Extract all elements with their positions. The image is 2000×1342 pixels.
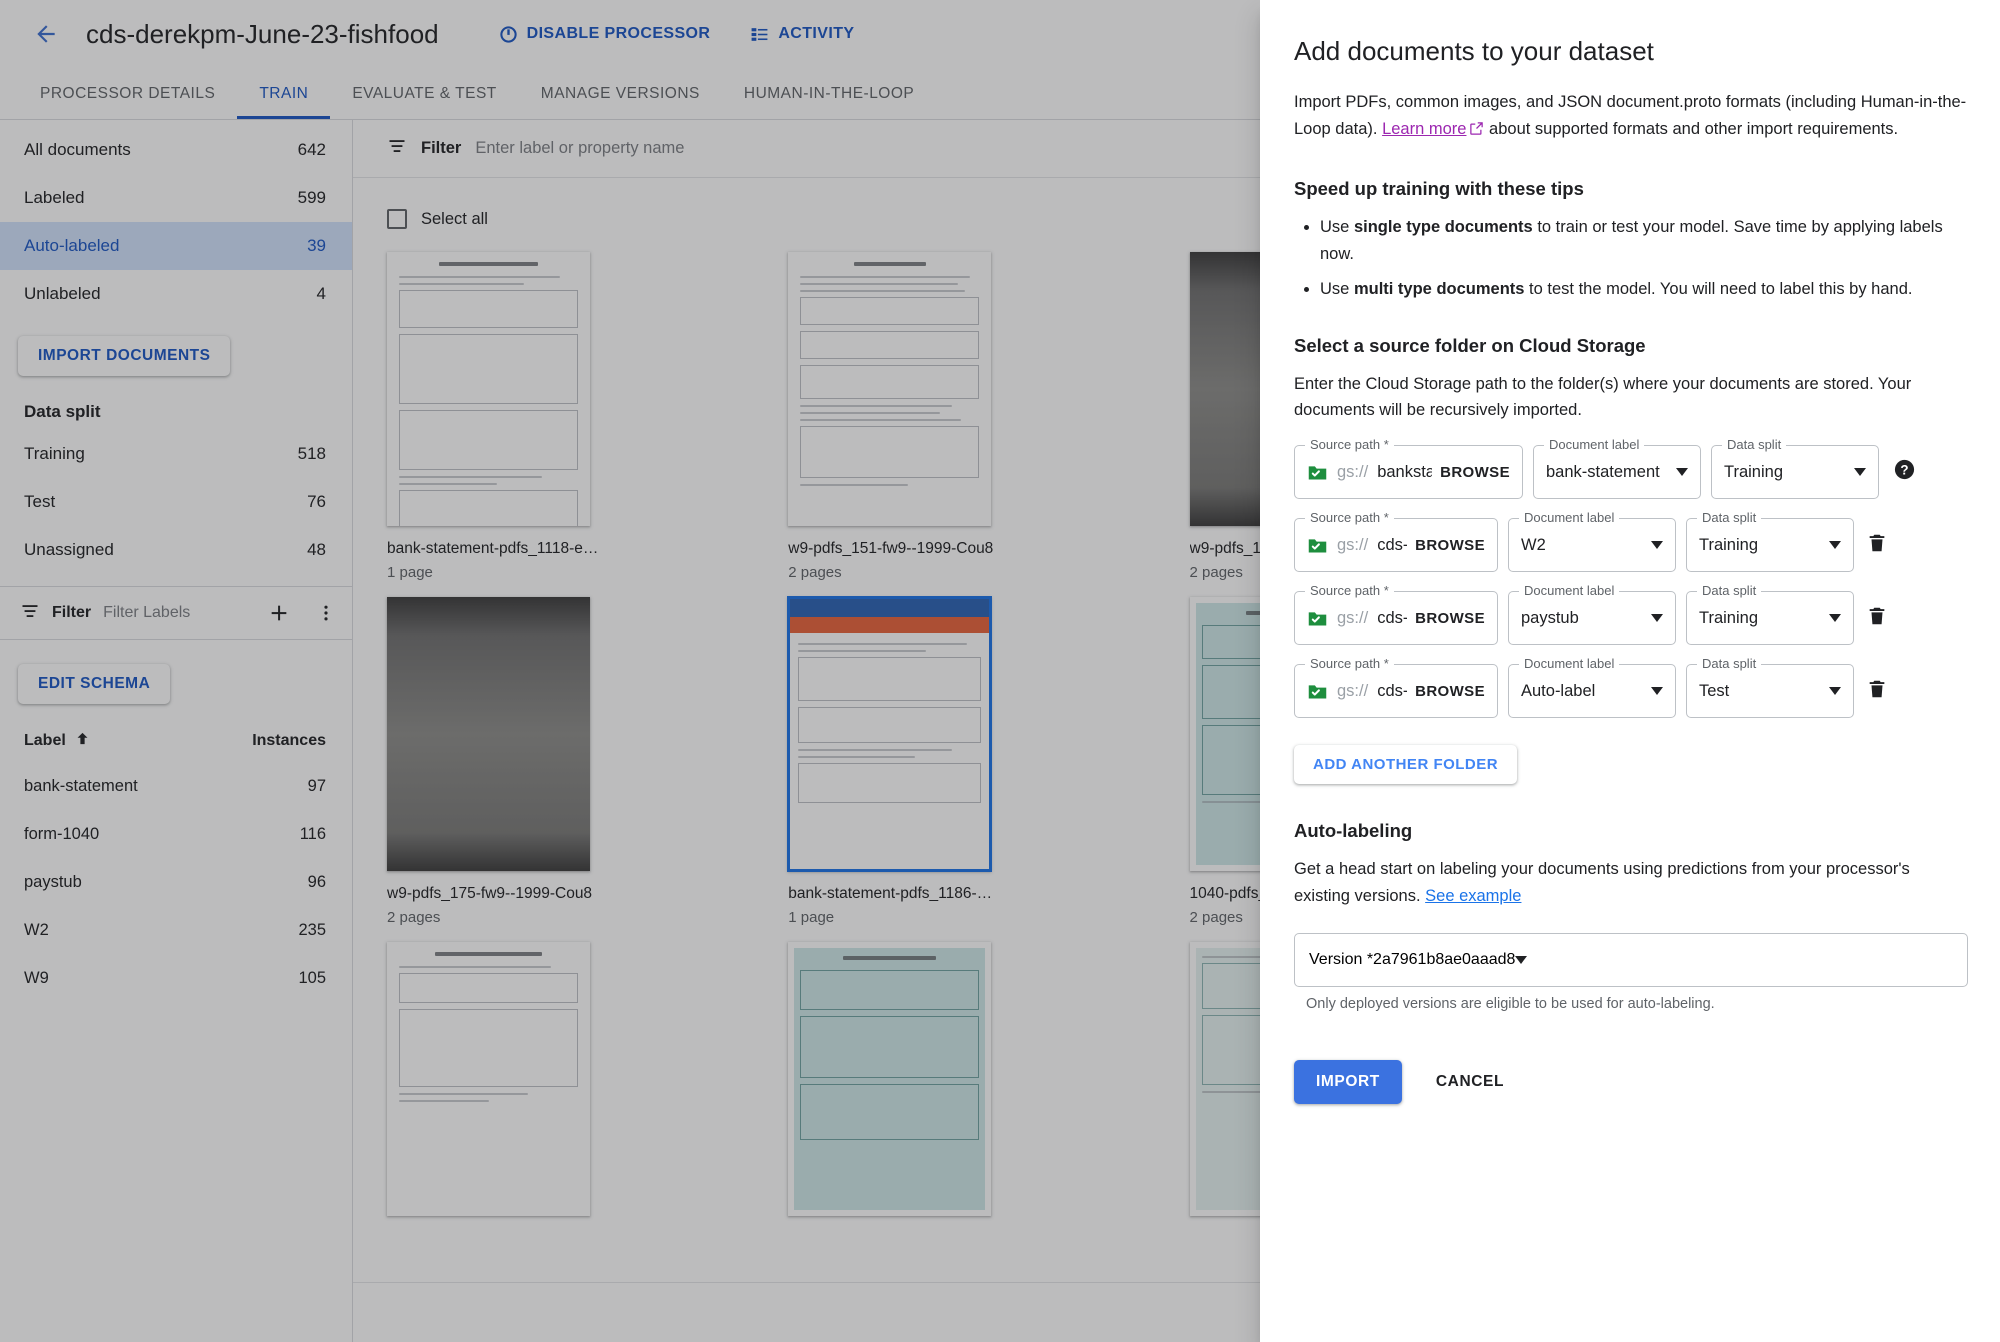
folder-row: Source path * gs:// cds-fish BROWSE Docu… — [1294, 656, 1968, 719]
document-label-select[interactable]: Document label W2 — [1508, 510, 1676, 573]
auto-labeling-description: Get a head start on labeling your docume… — [1294, 856, 1968, 909]
document-label-select[interactable]: Document label bank-statement — [1533, 437, 1701, 500]
caret-down-icon — [1829, 614, 1841, 623]
help-circle-icon[interactable]: ? — [1893, 458, 1916, 486]
source-path-label: Source path * — [1305, 510, 1394, 526]
add-another-folder-button[interactable]: ADD ANOTHER FOLDER — [1294, 745, 1518, 785]
source-path-field[interactable]: Source path * gs:// bankstatem BROWSE — [1294, 437, 1523, 500]
panel-title: Add documents to your dataset — [1294, 36, 1654, 66]
source-path-field[interactable]: Source path * gs:// cds-fish BROWSE — [1294, 583, 1498, 646]
source-path-label: Source path * — [1305, 437, 1394, 453]
document-label-select[interactable]: Document label paystub — [1508, 583, 1676, 646]
panel-actions: IMPORT CANCEL — [1294, 1060, 1968, 1105]
document-label-value: paystub — [1521, 608, 1579, 627]
source-path-value: cds-fish — [1377, 535, 1408, 554]
caret-down-icon — [1651, 687, 1663, 696]
folder-row: Source path * gs:// cds-fish BROWSE Docu… — [1294, 510, 1968, 573]
intro-text-2: about supported formats and other import… — [1484, 119, 1899, 138]
version-value: 2a7961b8ae0aaad8 — [1373, 951, 1516, 969]
document-label-value: Auto-label — [1521, 681, 1596, 700]
caret-down-icon — [1854, 468, 1866, 477]
green-folder-check-icon — [1307, 681, 1328, 702]
source-path-label: Source path * — [1305, 656, 1394, 672]
version-label: Version * — [1309, 951, 1374, 969]
data-split-select[interactable]: Data split Training — [1686, 583, 1854, 646]
data-split-value: Training — [1699, 608, 1758, 627]
document-label-select[interactable]: Document label Auto-label — [1508, 656, 1676, 719]
tip-item: Use single type documents to train or te… — [1320, 214, 1968, 267]
tips-heading: Speed up training with these tips — [1294, 178, 1584, 200]
data-split-value: Training — [1724, 462, 1783, 481]
tip-pre: Use — [1320, 279, 1354, 298]
data-split-label: Data split — [1697, 510, 1762, 526]
document-label-label: Document label — [1519, 656, 1620, 672]
data-split-value: Training — [1699, 535, 1758, 554]
tip-bold: single type documents — [1353, 218, 1533, 237]
source-folder-heading: Select a source folder on Cloud Storage — [1294, 334, 1646, 356]
source-path-value: cds-fish — [1377, 608, 1408, 627]
add-documents-panel: Add documents to your dataset Import PDF… — [1260, 0, 2000, 1342]
gs-prefix: gs:// — [1337, 681, 1369, 700]
svg-text:?: ? — [1900, 463, 1908, 478]
caret-down-icon — [1676, 468, 1688, 477]
tip-post: to test the model. You will need to labe… — [1524, 279, 1913, 298]
green-folder-check-icon — [1307, 535, 1328, 556]
learn-more-link[interactable]: Learn more — [1382, 120, 1466, 138]
tips-list: Use single type documents to train or te… — [1294, 214, 1968, 302]
browse-button[interactable]: BROWSE — [1415, 537, 1485, 554]
gs-prefix: gs:// — [1337, 462, 1369, 481]
auto-labeling-heading: Auto-labeling — [1294, 820, 1413, 842]
see-example-link[interactable]: See example — [1425, 887, 1521, 905]
gs-prefix: gs:// — [1337, 608, 1369, 627]
data-split-select[interactable]: Data split Test — [1686, 656, 1854, 719]
document-label-value: bank-statement — [1546, 462, 1660, 481]
green-folder-check-icon — [1307, 462, 1328, 483]
tip-bold: multi type documents — [1353, 279, 1525, 298]
source-path-value: bankstatem — [1377, 462, 1433, 481]
import-button[interactable]: IMPORT — [1294, 1060, 1402, 1105]
browse-button[interactable]: BROWSE — [1415, 610, 1485, 627]
caret-down-icon — [1515, 956, 1528, 965]
data-split-select[interactable]: Data split Training — [1711, 437, 1879, 500]
data-split-label: Data split — [1697, 656, 1762, 672]
source-path-label: Source path * — [1305, 583, 1394, 599]
data-split-value: Test — [1699, 681, 1730, 700]
source-path-field[interactable]: Source path * gs:// cds-fish BROWSE — [1294, 656, 1498, 719]
tip-pre: Use — [1320, 218, 1354, 237]
gs-prefix: gs:// — [1337, 535, 1369, 554]
trash-icon[interactable] — [1866, 605, 1888, 632]
tip-item: Use multi type documents to test the mod… — [1320, 276, 1968, 303]
trash-icon[interactable] — [1866, 678, 1888, 705]
document-label-value: W2 — [1521, 535, 1546, 554]
version-hint: Only deployed versions are eligible to b… — [1306, 996, 1715, 1013]
green-folder-check-icon — [1307, 608, 1328, 629]
auto-labeling-text: Get a head start on labeling your docume… — [1294, 860, 1910, 905]
caret-down-icon — [1651, 614, 1663, 623]
browse-button[interactable]: BROWSE — [1415, 683, 1485, 700]
source-folder-description: Enter the Cloud Storage path to the fold… — [1294, 374, 1912, 419]
trash-icon[interactable] — [1866, 532, 1888, 559]
document-label-label: Document label — [1519, 510, 1620, 526]
data-split-label: Data split — [1722, 437, 1787, 453]
source-path-value: cds-fish — [1377, 681, 1408, 700]
caret-down-icon — [1829, 541, 1841, 550]
folder-row: Source path * gs:// cds-fish BROWSE Docu… — [1294, 583, 1968, 646]
data-split-select[interactable]: Data split Training — [1686, 510, 1854, 573]
caret-down-icon — [1651, 541, 1663, 550]
caret-down-icon — [1829, 687, 1841, 696]
cancel-button[interactable]: CANCEL — [1426, 1060, 1514, 1104]
document-label-label: Document label — [1544, 437, 1645, 453]
external-link-icon[interactable] — [1469, 118, 1484, 145]
version-select[interactable]: Version * 2a7961b8ae0aaad8 — [1294, 933, 1968, 988]
browse-button[interactable]: BROWSE — [1440, 464, 1510, 481]
panel-intro: Import PDFs, common images, and JSON doc… — [1294, 89, 1968, 144]
document-label-label: Document label — [1519, 583, 1620, 599]
data-split-label: Data split — [1697, 583, 1762, 599]
folder-row: Source path * gs:// bankstatem BROWSE Do… — [1294, 437, 1968, 500]
source-path-field[interactable]: Source path * gs:// cds-fish BROWSE — [1294, 510, 1498, 573]
